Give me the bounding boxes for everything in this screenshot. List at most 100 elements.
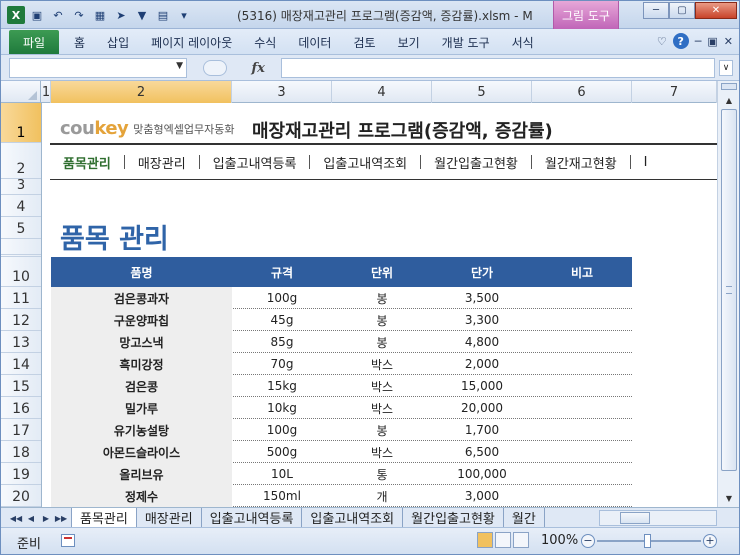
row-header[interactable]: 15 (1, 375, 41, 397)
close-icon[interactable]: ✕ (695, 2, 737, 19)
cell-note[interactable] (532, 375, 632, 397)
cell-price[interactable]: 3,300 (432, 309, 532, 331)
zoom-out-icon[interactable]: − (581, 534, 595, 548)
cell-price[interactable]: 20,000 (432, 397, 532, 419)
row-header[interactable]: 16 (1, 397, 41, 419)
last-sheet-icon[interactable]: ▶▶ (54, 511, 68, 525)
row-header[interactable]: 5 (1, 217, 41, 239)
redo-icon[interactable]: ↷ (70, 6, 88, 24)
nav-item-io-search[interactable]: 입출고내역조회 (310, 153, 420, 172)
row-header[interactable]: 17 (1, 419, 41, 441)
cell-unit[interactable]: 박스 (332, 353, 432, 375)
cell-spec[interactable]: 10kg (232, 397, 332, 419)
tab-home[interactable]: 홈 (63, 34, 96, 51)
ribbon-collapse-icon[interactable]: ♡ (657, 35, 667, 48)
minimize-icon[interactable]: ─ (643, 2, 669, 19)
tab-view[interactable]: 보기 (387, 34, 431, 51)
row-header[interactable]: 12 (1, 309, 41, 331)
column-header[interactable]: 7 (632, 81, 717, 103)
select-all-button[interactable] (1, 81, 41, 103)
cell-note[interactable] (532, 287, 632, 309)
cell-spec[interactable]: 500g (232, 441, 332, 463)
horizontal-scrollbar[interactable] (599, 510, 717, 526)
first-sheet-icon[interactable]: ◀◀ (9, 511, 23, 525)
cell-note[interactable] (532, 353, 632, 375)
zoom-level[interactable]: 100% (541, 533, 578, 548)
cell-price[interactable]: 3,000 (432, 485, 532, 507)
next-sheet-icon[interactable]: ▶ (39, 511, 53, 525)
scroll-up-icon[interactable]: ▲ (721, 93, 737, 107)
tab-file[interactable]: 파일 (9, 30, 59, 54)
undo-icon[interactable]: ↶ (49, 6, 67, 24)
expand-formula-icon[interactable]: ∨ (719, 60, 733, 76)
tab-developer[interactable]: 개발 도구 (431, 34, 501, 51)
page-layout-view-icon[interactable] (495, 532, 511, 548)
cell-name[interactable]: 올리브유 (51, 463, 232, 485)
cell-note[interactable] (532, 331, 632, 353)
row-header[interactable]: 3 (1, 178, 41, 195)
cell-note[interactable] (532, 441, 632, 463)
doc-restore-icon[interactable]: ▣ (707, 35, 717, 48)
zoom-in-icon[interactable]: + (703, 534, 717, 548)
tab-insert[interactable]: 삽입 (96, 34, 140, 51)
cell-spec[interactable]: 150ml (232, 485, 332, 507)
cell-unit[interactable]: 봉 (332, 309, 432, 331)
customize-icon[interactable]: ▾ (175, 6, 193, 24)
cell-unit[interactable]: 박스 (332, 375, 432, 397)
pointer-icon[interactable]: ➤ (112, 6, 130, 24)
vertical-scrollbar[interactable]: ▲ ▼ (717, 81, 739, 507)
tab-format[interactable]: 서식 (501, 34, 545, 51)
row-header[interactable]: 4 (1, 195, 41, 217)
cell-spec[interactable]: 10L (232, 463, 332, 485)
cell-name[interactable]: 아몬드슬라이스 (51, 441, 232, 463)
row-header[interactable]: 11 (1, 287, 41, 309)
split-handle[interactable] (721, 83, 737, 90)
cell-note[interactable] (532, 463, 632, 485)
filter-icon[interactable]: ▼ (133, 6, 151, 24)
cell-spec[interactable]: 15kg (232, 375, 332, 397)
cell-name[interactable]: 검은콩 (51, 375, 232, 397)
sheet-tab-monthly[interactable]: 월간 (504, 508, 545, 527)
table-icon[interactable]: ▦ (91, 6, 109, 24)
cell-note[interactable] (532, 485, 632, 507)
cell-unit[interactable]: 봉 (332, 331, 432, 353)
column-header[interactable]: 6 (532, 81, 632, 103)
cell-note[interactable] (532, 397, 632, 419)
row-header[interactable]: 1 (1, 103, 41, 143)
row-header[interactable]: 14 (1, 353, 41, 375)
sheet-tab-io-register[interactable]: 입출고내역등록 (202, 508, 303, 527)
nav-item-overflow[interactable]: I (631, 155, 661, 170)
cell-spec[interactable]: 85g (232, 331, 332, 353)
name-box[interactable]: ▼ (9, 58, 187, 78)
cell-name[interactable]: 구운양파칩 (51, 309, 232, 331)
row-header-hidden[interactable] (1, 239, 41, 257)
help-icon[interactable]: ? (672, 33, 689, 49)
cell-name[interactable]: 망고스낵 (51, 331, 232, 353)
row-header[interactable]: 13 (1, 331, 41, 353)
cell-unit[interactable]: 통 (332, 463, 432, 485)
maximize-icon[interactable]: ▢ (669, 2, 695, 19)
cell-name[interactable]: 유기농설탕 (51, 419, 232, 441)
cell-note[interactable] (532, 419, 632, 441)
nav-item-products[interactable]: 품목관리 (50, 153, 124, 172)
column-header[interactable]: 2 (51, 81, 232, 103)
cell-name[interactable]: 검은콩과자 (51, 287, 232, 309)
save-icon[interactable]: ▣ (28, 6, 46, 24)
formula-input[interactable] (281, 58, 715, 78)
zoom-thumb[interactable] (644, 534, 651, 548)
sheet-tab-stores[interactable]: 매장관리 (137, 508, 202, 527)
row-header[interactable]: 2 (1, 143, 41, 179)
tab-data[interactable]: 데이터 (287, 34, 342, 51)
column-header[interactable]: 5 (432, 81, 532, 103)
cell-price[interactable]: 3,500 (432, 287, 532, 309)
cell-price[interactable]: 4,800 (432, 331, 532, 353)
cell-name[interactable]: 밀가루 (51, 397, 232, 419)
macro-record-icon[interactable] (61, 534, 75, 547)
cell-unit[interactable]: 개 (332, 485, 432, 507)
row-header[interactable]: 20 (1, 485, 41, 507)
sheet-tab-io-search[interactable]: 입출고내역조회 (302, 508, 404, 527)
cell-spec[interactable]: 45g (232, 309, 332, 331)
cell-price[interactable]: 2,000 (432, 353, 532, 375)
cell-spec[interactable]: 100g (232, 287, 332, 309)
cell-price[interactable]: 6,500 (432, 441, 532, 463)
